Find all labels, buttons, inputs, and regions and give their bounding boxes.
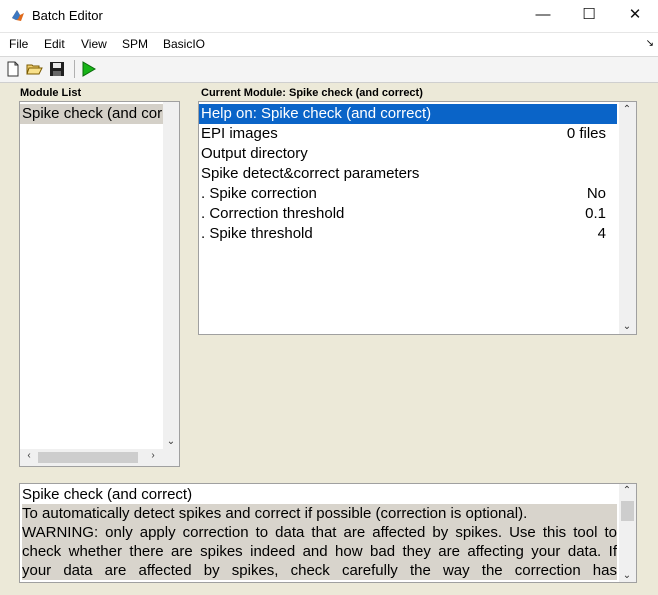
run-icon[interactable]: [80, 60, 98, 78]
cm-row-name: . Spike correction: [201, 185, 317, 202]
scroll-up-icon[interactable]: ⌃: [620, 485, 634, 496]
menu-view[interactable]: View: [81, 37, 107, 51]
cm-row-spike-threshold[interactable]: . Spike threshold 4: [199, 224, 617, 244]
scroll-left-icon[interactable]: ‹: [22, 450, 36, 461]
minimize-button[interactable]: —: [520, 0, 566, 30]
current-module-vscroll[interactable]: ⌃ ⌄: [619, 102, 636, 334]
cm-row-correction-threshold[interactable]: . Correction threshold 0.1: [199, 204, 617, 224]
cm-row-value: 0 files: [566, 125, 606, 142]
cm-row-name: EPI images: [201, 125, 278, 142]
cm-row-value: No: [586, 185, 606, 202]
window-title: Batch Editor: [32, 8, 103, 23]
module-list[interactable]: Spike check (and correct) ⌄ ‹ ›: [19, 101, 180, 467]
cm-row-epi-images[interactable]: EPI images 0 files: [199, 124, 617, 144]
new-file-icon[interactable]: [4, 60, 22, 78]
cm-row-spike-params[interactable]: Spike detect&correct parameters: [199, 164, 617, 184]
help-vscroll[interactable]: ⌃ ⌄: [619, 484, 636, 582]
cm-row-name: Help on: Spike check (and correct): [201, 105, 432, 122]
menu-basicio[interactable]: BasicIO: [163, 37, 205, 51]
cm-row-name: Output directory: [201, 145, 308, 162]
help-line: check whether there are spikes indeed an…: [22, 542, 617, 561]
cm-row-help[interactable]: Help on: Spike check (and correct): [199, 104, 617, 124]
module-list-item[interactable]: Spike check (and correct): [20, 104, 165, 124]
current-module-label: Current Module: Spike check (and correct…: [201, 87, 423, 99]
menu-overflow-icon[interactable]: ↘: [646, 38, 654, 49]
cm-row-output-directory[interactable]: Output directory: [199, 144, 617, 164]
close-button[interactable]: ✕: [612, 0, 658, 30]
scroll-down-icon[interactable]: ⌄: [164, 436, 178, 447]
scroll-down-icon[interactable]: ⌄: [620, 321, 634, 332]
menu-spm[interactable]: SPM: [122, 37, 148, 51]
scroll-right-icon[interactable]: ›: [146, 450, 160, 461]
help-text-box[interactable]: Spike check (and correct) To automatical…: [19, 483, 637, 583]
hscroll-thumb[interactable]: [38, 452, 138, 463]
module-list-label: Module List: [20, 87, 82, 99]
cm-row-name: Spike detect&correct parameters: [201, 165, 420, 182]
module-list-hscroll[interactable]: ‹ ›: [20, 449, 179, 466]
toolbar-separator: [74, 60, 75, 78]
cm-row-value: 4: [597, 225, 606, 242]
save-icon[interactable]: [48, 60, 66, 78]
help-title: Spike check (and correct): [22, 485, 617, 504]
maximize-button[interactable]: ☐: [566, 0, 612, 30]
vscroll-thumb[interactable]: [621, 501, 634, 521]
current-module-list[interactable]: Help on: Spike check (and correct) EPI i…: [198, 101, 637, 335]
menu-edit[interactable]: Edit: [44, 37, 65, 51]
cm-row-name: . Correction threshold: [201, 205, 345, 222]
cm-row-spike-correction[interactable]: . Spike correction No: [199, 184, 617, 204]
help-line: WARNING: only apply correction to data t…: [22, 523, 617, 542]
title-bar: Batch Editor — ☐ ✕: [0, 0, 658, 33]
help-line: To automatically detect spikes and corre…: [22, 504, 617, 523]
menu-file[interactable]: File: [9, 37, 28, 51]
toolbar: [0, 57, 658, 83]
help-line: your data are affected by spikes, check …: [22, 561, 617, 580]
help-text: Spike check (and correct) To automatical…: [22, 485, 617, 580]
menu-bar: File Edit View SPM BasicIO ↘: [0, 33, 658, 57]
cm-row-name: . Spike threshold: [201, 225, 313, 242]
scroll-down-icon[interactable]: ⌄: [620, 570, 634, 581]
scroll-up-icon[interactable]: ⌃: [620, 104, 634, 115]
matlab-logo-icon: [12, 10, 24, 21]
cm-row-value: 0.1: [585, 205, 606, 222]
open-folder-icon[interactable]: [25, 60, 43, 78]
module-list-vscroll[interactable]: ⌄: [163, 102, 179, 449]
